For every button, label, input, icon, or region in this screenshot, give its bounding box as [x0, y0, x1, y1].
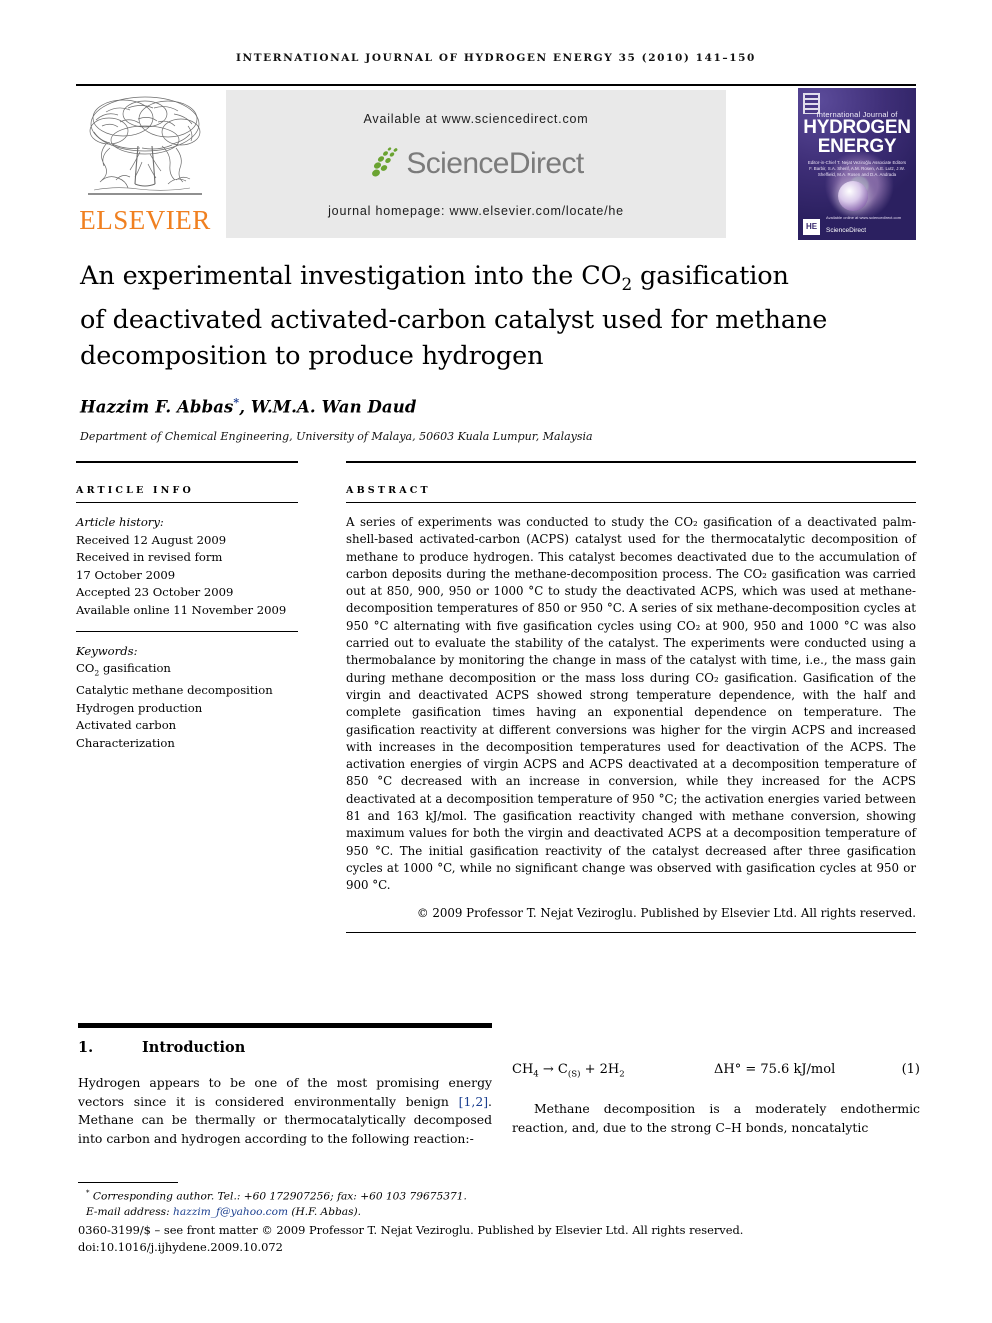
- paragraph: Hydrogen appears to be one of the most p…: [78, 1056, 492, 1148]
- title-line-1-part-b: gasification: [632, 261, 789, 291]
- abstract-heading: ABSTRACT: [346, 485, 431, 496]
- journal-homepage-text: journal homepage: www.elsevier.com/locat…: [328, 204, 624, 218]
- journal-article-first-page: International Journal of Hydrogen Energy…: [0, 0, 992, 1323]
- cover-sciencedirect-mark: ScienceDirect: [826, 227, 867, 234]
- keyword-item: Catalytic methane decomposition: [76, 683, 273, 698]
- history-item: Available online 11 November 2009: [76, 602, 287, 617]
- paragraph-text-a: Hydrogen appears to be one of the most p…: [78, 1075, 492, 1109]
- cover-he-badge-icon: HE: [803, 219, 820, 235]
- sciencedirect-leaf-icon: [368, 147, 402, 181]
- cover-sciencedirect-tagline: Available online at www.sciencedirect.co…: [826, 215, 902, 220]
- section-title: Introduction: [142, 1039, 246, 1056]
- elsevier-wordmark: ELSEVIER: [79, 205, 211, 235]
- section-heading-introduction: 1. Introduction: [78, 1032, 492, 1056]
- abstract-column: ABSTRACT A series of experiments was con…: [346, 461, 916, 933]
- article-info-heading: ARTICLE INFO: [76, 485, 194, 496]
- keyword-item: Hydrogen production: [76, 700, 203, 715]
- abstract-copyright: © 2009 Professor T. Nejat Veziroglu. Pub…: [416, 905, 916, 920]
- author-list: Hazzim F. Abbas*, W.M.A. Wan Daud: [80, 396, 918, 417]
- equation-enthalpy: ΔH° = 75.6 kJ/mol: [714, 1062, 836, 1077]
- body-column-right: CH4 → C(S) + 2H2 ΔH° = 75.6 kJ/mol (1) M…: [512, 1032, 920, 1137]
- cover-title-energy: ENERGY: [817, 136, 897, 157]
- cover-title-hydrogen: HYDROGEN: [803, 117, 911, 138]
- issn-line: 0360-3199/$ – see front matter © 2009 Pr…: [78, 1223, 744, 1237]
- citation-ref[interactable]: [1,2]: [459, 1094, 488, 1109]
- elsevier-tree-icon: [88, 96, 202, 195]
- history-item: Accepted 23 October 2009: [76, 585, 234, 600]
- issn-block: 0360-3199/$ – see front matter © 2009 Pr…: [78, 1222, 918, 1255]
- equation-number: (1): [901, 1062, 920, 1077]
- masthead: ELSEVIER Available at www.sciencedirect.…: [76, 84, 916, 242]
- affiliation: Department of Chemical Engineering, Univ…: [80, 430, 593, 443]
- cover-orb-graphic: [838, 181, 868, 211]
- equation-1: CH4 → C(S) + 2H2 ΔH° = 75.6 kJ/mol (1): [512, 1032, 920, 1086]
- email-note: E-mail address: hazzim_f@yahoo.com (H.F.…: [78, 1205, 578, 1220]
- keywords-list: Keywords: CO2 gasification Catalytic met…: [76, 632, 298, 753]
- history-item: 17 October 2009: [76, 567, 176, 582]
- footnote-rule: [78, 1182, 178, 1183]
- paragraph: Methane decomposition is a moderately en…: [512, 1101, 920, 1135]
- corresponding-author-note: * Corresponding author. Tel.: +60 172907…: [78, 1186, 578, 1205]
- sciencedirect-banner: Available at www.sciencedirect.com Scien…: [226, 90, 726, 238]
- available-at-text: Available at www.sciencedirect.com: [363, 112, 589, 126]
- article-history-label: Article history:: [76, 515, 164, 529]
- abstract-text: A series of experiments was conducted to…: [346, 515, 916, 893]
- email-label: E-mail address:: [86, 1205, 174, 1218]
- doi-line: doi:10.1016/j.ijhydene.2009.10.072: [78, 1239, 283, 1254]
- author-secondary: , W.M.A. Wan Daud: [239, 397, 417, 417]
- keyword-item: CO2 gasification: [76, 661, 171, 678]
- email-owner: (H.F. Abbas).: [288, 1205, 362, 1218]
- page-title: An experimental investigation into the C…: [80, 258, 918, 374]
- running-head: International Journal of Hydrogen Energy…: [236, 52, 756, 64]
- keyword-item: Characterization: [76, 735, 175, 750]
- abstract-rule-bottom: [346, 931, 916, 933]
- footnote-block: * Corresponding author. Tel.: +60 172907…: [78, 1186, 578, 1220]
- keywords-block: Keywords: CO2 gasification Catalytic met…: [76, 620, 298, 753]
- journal-cover-thumbnail: International Journal of HYDROGEN ENERGY…: [798, 88, 916, 240]
- article-history-block: Article history: Received 12 August 2009…: [76, 503, 298, 620]
- title-subscript-2: 2: [621, 274, 633, 295]
- footnote-marker: *: [86, 1189, 90, 1197]
- equation-expression: CH4 → C(S) + 2H2: [512, 1062, 625, 1080]
- author-primary: Hazzim F. Abbas: [80, 397, 234, 417]
- keyword-item: Activated carbon: [76, 718, 177, 733]
- sciencedirect-logo: ScienceDirect: [226, 142, 726, 186]
- email-link[interactable]: hazzim_f@yahoo.com: [173, 1206, 288, 1218]
- history-item: Received in revised form: [76, 550, 223, 565]
- body-column-left: 1. Introduction Hydrogen appears to be o…: [78, 1032, 492, 1148]
- title-line-3: decomposition to produce hydrogen: [80, 341, 544, 372]
- elsevier-logo: ELSEVIER: [76, 88, 214, 240]
- article-info-column: ARTICLE INFO Article history: Received 1…: [76, 461, 298, 752]
- title-line-1-part-a: An experimental investigation into the C…: [80, 261, 622, 291]
- section-rule: [78, 1023, 492, 1028]
- history-item: Received 12 August 2009: [76, 532, 227, 547]
- title-line-2: of deactivated activated-carbon catalyst…: [80, 305, 828, 336]
- title-block: An experimental investigation into the C…: [80, 258, 918, 374]
- keywords-label: Keywords:: [76, 643, 138, 658]
- cover-editors: Editor-in-Chief T. Nejat Veziroğlu Assoc…: [807, 160, 907, 177]
- sciencedirect-wordmark: ScienceDirect: [406, 147, 584, 180]
- section-number: 1.: [78, 1039, 94, 1056]
- corresponding-author-text: Corresponding author. Tel.: +60 17290725…: [92, 1190, 467, 1203]
